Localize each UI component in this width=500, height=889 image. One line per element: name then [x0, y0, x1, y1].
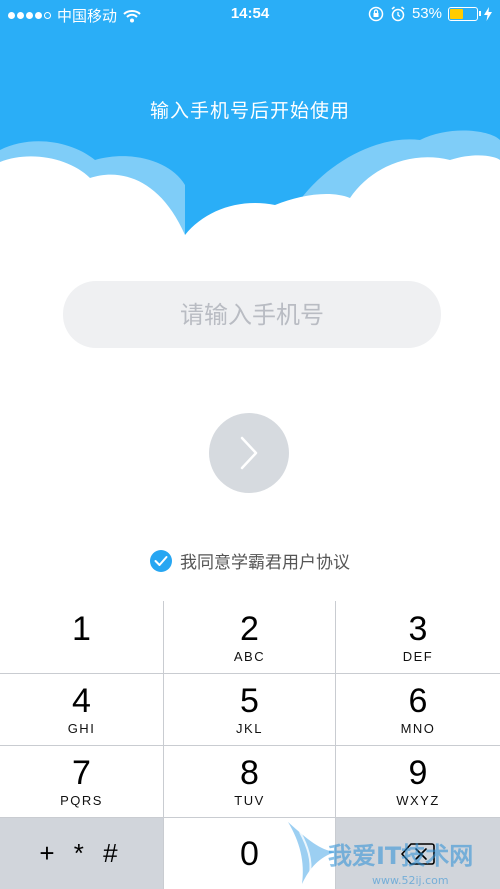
key-letters: TUV: [234, 793, 265, 808]
key-digit: 0: [240, 834, 259, 873]
battery-percent: 53%: [411, 5, 442, 22]
key-4[interactable]: 4 GHI: [0, 673, 164, 745]
key-1[interactable]: 1: [0, 601, 164, 673]
key-letters: DEF: [402, 648, 434, 664]
key-symbols[interactable]: + * #: [0, 817, 164, 889]
key-letters: JKL: [236, 721, 263, 736]
backspace-icon: [401, 842, 435, 865]
charging-icon: [484, 6, 492, 21]
key-digit: 6: [408, 682, 428, 720]
chevron-right-icon: [240, 436, 258, 470]
key-letters: ABC: [233, 648, 266, 664]
phone-number-input[interactable]: [63, 281, 441, 348]
alarm-icon: [391, 5, 405, 21]
next-button[interactable]: [209, 413, 289, 493]
key-letters: PQRS: [60, 793, 103, 808]
status-bar: 中国移动 14:54 53%: [0, 0, 500, 28]
battery-icon: [448, 6, 481, 21]
key-3[interactable]: 3 DEF: [336, 601, 500, 673]
key-letters: WXYZ: [396, 793, 440, 808]
key-digit: 2: [240, 609, 259, 648]
status-right: 53%: [368, 5, 492, 22]
key-8[interactable]: 8 TUV: [164, 745, 336, 817]
checkmark-icon: [154, 555, 168, 566]
backspace-key[interactable]: [336, 817, 500, 889]
key-2[interactable]: 2 ABC: [164, 601, 336, 673]
agreement-checkbox[interactable]: [150, 549, 172, 572]
key-5[interactable]: 5 JKL: [164, 673, 336, 745]
key-6[interactable]: 6 MNO: [336, 673, 500, 745]
key-digit: 8: [240, 754, 259, 792]
key-digit: 5: [240, 682, 259, 720]
header-banner: 中国移动 14:54 53% 输入手机号后开始使用: [0, 0, 500, 240]
key-9[interactable]: 9 WXYZ: [336, 745, 500, 817]
key-digit: 9: [408, 754, 428, 792]
agreement-link[interactable]: 我同意学霸君用户协议: [180, 548, 350, 573]
key-digit: 3: [408, 609, 428, 648]
symbols-label: + * #: [39, 838, 124, 868]
key-digit: 1: [72, 609, 91, 648]
agreement-row: 我同意学霸君用户协议: [0, 548, 500, 573]
numeric-keypad: 1 2 ABC 3 DEF 4 GHI 5 JKL 6 MNO 7 PQRS 8…: [0, 601, 500, 889]
key-7[interactable]: 7 PQRS: [0, 745, 164, 817]
key-digit: 4: [72, 682, 91, 720]
key-digit: 7: [72, 754, 91, 792]
page-title: 输入手机号后开始使用: [149, 100, 350, 122]
key-letters: MNO: [400, 721, 436, 736]
rotation-lock-icon: [368, 6, 384, 21]
key-0[interactable]: 0: [164, 817, 336, 889]
key-letters: GHI: [67, 721, 96, 736]
